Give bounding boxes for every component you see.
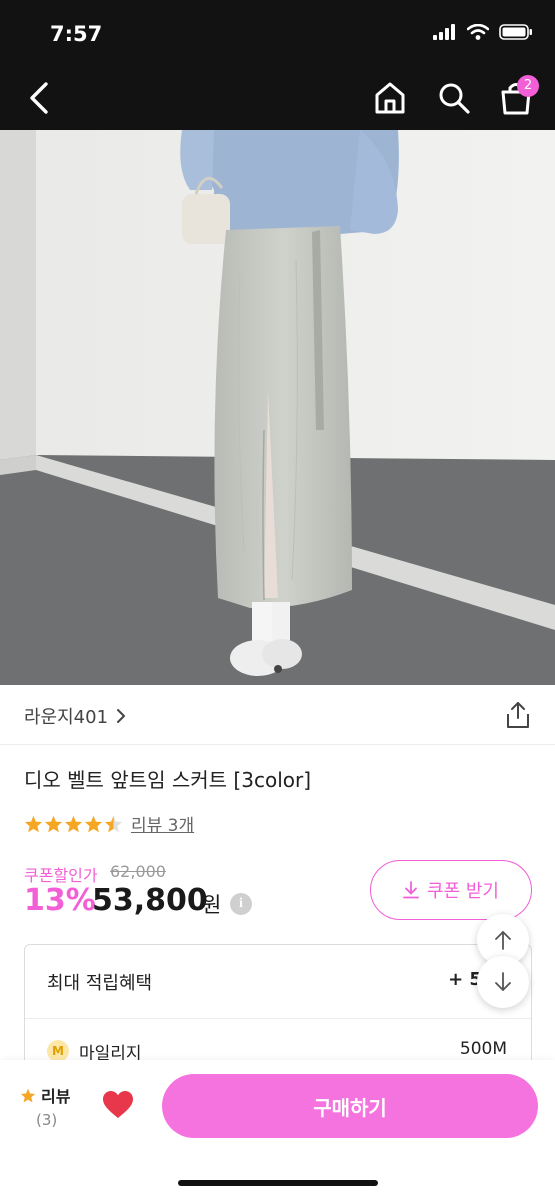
- product-title: 디오 벨트 앞트임 스커트 [3color]: [24, 768, 312, 792]
- product-image[interactable]: [0, 130, 555, 685]
- download-icon: [403, 881, 419, 899]
- benefit-header[interactable]: 최대 적립혜택 + 500: [25, 945, 531, 1019]
- sale-price: 53,800: [92, 883, 208, 918]
- product-photo-illustration: [0, 130, 555, 685]
- star-half-icon: [104, 815, 123, 832]
- bottom-review-button[interactable]: 리뷰: [20, 1083, 70, 1107]
- cart-count-badge: 2: [517, 75, 539, 97]
- mileage-value: 500M: [459, 1039, 507, 1059]
- currency-unit: 원: [202, 893, 222, 917]
- search-icon[interactable]: [436, 80, 472, 116]
- brand-name: 라운지401: [24, 707, 109, 728]
- page-dot-active[interactable]: [273, 665, 282, 673]
- review-count-link[interactable]: 리뷰 3개: [131, 811, 194, 836]
- star-icon: [24, 815, 43, 832]
- top-bar: 7:57 2: [0, 0, 555, 130]
- bottom-review-label: 리뷰: [41, 1087, 71, 1106]
- status-time: 7:57: [50, 22, 103, 46]
- get-coupon-label: 쿠폰 받기: [427, 881, 499, 902]
- rating-stars: [24, 815, 123, 833]
- arrow-down-icon: [495, 972, 511, 991]
- bottom-review-count: (3): [36, 1111, 58, 1129]
- mileage-icon: M: [47, 1040, 69, 1062]
- cellular-signal-icon: [433, 24, 455, 40]
- star-icon: [84, 815, 103, 832]
- home-icon[interactable]: [372, 80, 408, 116]
- buy-button[interactable]: 구매하기: [162, 1074, 538, 1138]
- star-icon: [20, 1088, 36, 1102]
- benefit-title: 최대 적립혜택: [47, 973, 153, 994]
- heart-icon[interactable]: [102, 1090, 134, 1120]
- discount-rate: 13%: [24, 883, 96, 918]
- share-icon[interactable]: [505, 701, 531, 729]
- status-icons: [433, 24, 533, 40]
- chevron-right-icon: [117, 709, 126, 723]
- get-coupon-button[interactable]: 쿠폰 받기: [370, 860, 532, 920]
- star-icon: [64, 815, 83, 832]
- info-icon[interactable]: i: [230, 893, 252, 915]
- star-icon: [44, 815, 63, 832]
- rating-row: 리뷰 3개: [24, 811, 194, 836]
- arrow-up-icon: [495, 931, 511, 950]
- original-price: 62,000: [110, 862, 166, 881]
- battery-icon: [499, 24, 532, 40]
- scroll-down-button[interactable]: [477, 956, 529, 1008]
- brand-link[interactable]: 라운지401: [24, 703, 126, 729]
- wifi-icon: [467, 24, 489, 40]
- back-icon[interactable]: [24, 80, 54, 116]
- image-page-indicator[interactable]: [0, 658, 555, 677]
- home-indicator: [178, 1180, 378, 1186]
- brand-row: 라운지401: [0, 685, 555, 745]
